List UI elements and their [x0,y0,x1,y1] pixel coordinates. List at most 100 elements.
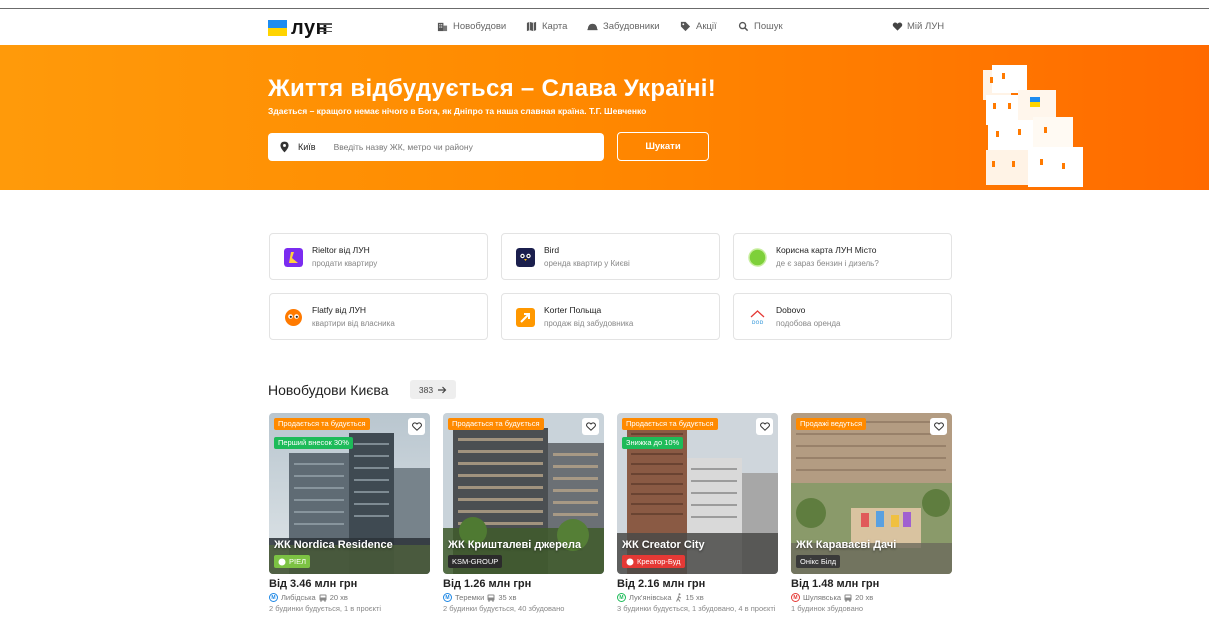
developer-badge[interactable]: РІЕЛ [274,555,311,568]
section-count: 383 [418,384,434,395]
nav-label: Пошук [754,21,783,32]
nav-item-search[interactable]: Пошук [738,21,783,32]
my-lun-link[interactable]: Мій ЛУН [892,21,944,32]
listing-photo[interactable]: Продається та будується Знижка до 10% ЖК… [617,413,778,574]
building-summary: 1 будинок збудовано [791,604,864,613]
location-pin-icon[interactable] [280,141,289,153]
heart-outline-icon [933,422,944,431]
building-summary: 3 будинки будується, 1 збудовано, 4 в пр… [617,604,776,613]
favorite-button[interactable] [408,418,425,435]
listing-photo[interactable]: Продажі ведуться ЖК Караваєві Дачі Онікс… [791,413,952,574]
listing-price: Від 3.46 млн грн [269,578,358,590]
service-desc: продаж від забудовника [544,319,634,328]
service-title: Korter Польща [544,305,602,315]
service-title: Dobovo [776,305,806,315]
heart-outline-icon [585,422,596,431]
rebuilt-houses-illustration [983,65,1083,187]
dobovo-logo-icon: ᴅᴏᴅ [750,310,765,326]
tag-icon [680,21,691,32]
heart-outline-icon [411,422,422,431]
developer-logo-icon [626,558,634,565]
developer-name: Креатор-Буд [637,557,681,566]
arrow-right-icon [438,386,447,393]
search-button[interactable]: Шукати [617,132,709,161]
service-card-lun-misto[interactable]: Корисна карта ЛУН Місто де є зараз бензи… [733,233,952,280]
search-icon [738,21,749,32]
metro-info: M Лук'янівська 15 хв [617,593,778,602]
walking-icon [675,593,681,602]
service-title: Bird [544,245,560,255]
heart-icon [892,22,903,31]
nav-item-promotions[interactable]: Акції [680,21,717,32]
hero-banner: Життя відбудується – Слава Україні! Здає… [0,45,1209,190]
service-title: Корисна карта ЛУН Місто [776,245,877,255]
service-card-flatfy[interactable]: Flatfy від ЛУН квартири від власника [269,293,488,340]
developer-badge[interactable]: Онікс Білд [796,555,841,568]
service-card-bird[interactable]: Bird оренда квартир у Києві [501,233,720,280]
service-title: Flatfy від ЛУН [312,305,366,315]
service-card-dobovo[interactable]: ᴅᴏᴅ Dobovo подобова оренда [733,293,952,340]
listing-price: Від 2.16 млн грн [617,578,706,590]
menu-icon[interactable] [320,23,332,32]
nav-label: Карта [542,21,568,32]
metro-info: M Либідська 20 хв [269,593,430,602]
city-selector[interactable]: Київ [298,142,316,152]
service-card-rieltor[interactable]: Rieltor від ЛУН продати квартиру [269,233,488,280]
nav-item-developers[interactable]: Забудовники [587,21,660,32]
listing-name[interactable]: ЖК Кришталеві джерела [448,539,581,551]
nav-label: Акції [696,21,717,32]
developer-name: Онікс Білд [800,557,837,566]
nav-item-map[interactable]: Карта [526,21,567,32]
listing-card[interactable]: Продажі ведуться ЖК Караваєві Дачі Онікс… [791,413,952,613]
flatfy-logo-icon [285,309,302,326]
svg-text:ᴅᴏᴅ: ᴅᴏᴅ [752,318,764,326]
listing-price: Від 1.48 млн грн [791,578,880,590]
listing-card[interactable]: Продається та будується ЖК Кришталеві дж… [443,413,604,613]
map-icon [526,21,537,32]
status-badge: Продається та будується [622,418,718,430]
status-badge: Продається та будується [274,418,370,430]
listing-name[interactable]: ЖК Караваєві Дачі [796,539,896,551]
building-icon [437,22,448,32]
metro-icon: M [269,593,278,602]
metro-station: Шулявська [803,593,842,602]
favorite-button[interactable] [756,418,773,435]
building-summary: 2 будинки будується, 40 збудовано [443,604,565,613]
developer-name: РІЕЛ [289,557,307,566]
status-badge: Продажі ведуться [796,418,867,430]
search-input[interactable] [333,142,564,152]
service-title: Rieltor від ЛУН [312,245,370,255]
bus-icon [487,594,495,602]
bird-logo-icon [516,248,535,267]
nav-label: Новобудови [453,21,507,32]
developer-badge[interactable]: KSM-GROUP [448,555,503,568]
rieltor-logo-icon [284,248,303,267]
korter-logo-icon [516,308,535,327]
promo-badge: Знижка до 10% [622,437,684,449]
search-bar: Київ [268,133,604,161]
listing-card[interactable]: Продається та будується Знижка до 10% ЖК… [617,413,778,613]
service-desc: оренда квартир у Києві [544,259,630,268]
service-desc: продати квартиру [312,259,378,268]
listing-name[interactable]: ЖК Creator City [622,539,705,551]
favorite-button[interactable] [582,418,599,435]
listing-card[interactable]: Продається та будується Перший внесок 30… [269,413,430,613]
service-desc: подобова оренда [776,319,841,328]
section-count-button[interactable]: 383 [410,380,456,399]
metro-info: M Теремки 35 хв [443,593,604,602]
nav-item-novobudovy[interactable]: Новобудови [437,21,506,32]
listing-name[interactable]: ЖК Nordica Residence [274,539,393,551]
hero-subtitle: Здається – кращого немає нічого в Бога, … [268,106,647,116]
bus-icon [844,594,852,602]
bus-icon [319,594,327,602]
favorite-button[interactable] [930,418,947,435]
section-title: Новобудови Києва [268,382,389,398]
developer-badge[interactable]: Креатор-Буд [622,555,685,568]
listing-photo[interactable]: Продається та будується Перший внесок 30… [269,413,430,574]
metro-icon: M [791,593,800,602]
service-card-korter[interactable]: Korter Польща продаж від забудовника [501,293,720,340]
travel-time: 20 хв [855,593,874,602]
listing-photo[interactable]: Продається та будується ЖК Кришталеві дж… [443,413,604,574]
service-desc: квартири від власника [312,319,395,328]
metro-station: Лук'янівська [629,593,672,602]
